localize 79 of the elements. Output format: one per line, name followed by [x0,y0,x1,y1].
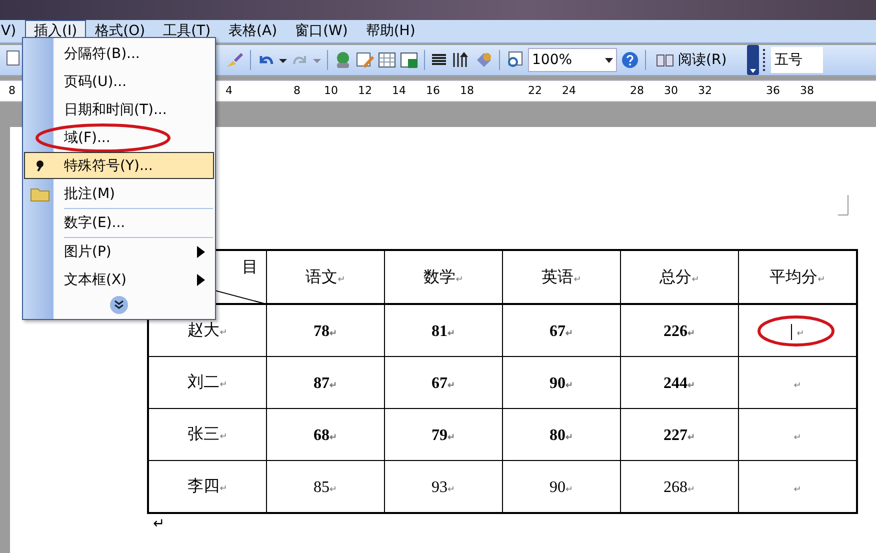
menu-item[interactable]: V) [0,21,26,41]
table-cell: 68↵ [314,426,338,444]
menu-item[interactable]: 窗口(W) [286,20,357,42]
table-cell: 244↵ [664,374,696,392]
table-cell: 79↵ [432,426,456,444]
menu-item[interactable]: 特殊符号(Y)... [24,152,214,179]
paragraph-mark: ↵ [153,516,165,532]
ruler-label: 14 [392,84,406,97]
globe-link-icon[interactable] [334,51,352,69]
table-cell: 刘二↵ [188,372,228,391]
text-cursor [790,324,792,340]
ruler-label: 8 [8,84,16,97]
menu-item[interactable]: 数字(E)... [24,209,214,236]
ruler-label: 8 [294,84,300,97]
table-cell: 90↵ [550,478,574,496]
ruler-label: 12 [358,84,372,97]
table-cell: 227↵ [664,426,696,444]
table-cell: 赵大↵ [188,320,228,339]
table-cell: 67↵ [550,322,574,340]
table-cell: 李四↵ [188,476,228,495]
table-cell: 226↵ [664,322,696,340]
ruler-label: 38 [800,84,814,97]
toolbar-options-icon[interactable] [746,45,759,75]
paragraph-mark: ↵ [794,485,802,495]
ruler-label: 24 [562,84,576,97]
ruler-label: 16 [426,84,440,97]
help-icon[interactable] [621,51,639,69]
ruler-label: 4 [226,84,232,97]
menu-item[interactable]: 分隔符(B)... [24,40,214,67]
ruler-label: 18 [460,84,474,97]
table-cell: 78↵ [314,322,338,340]
folder-icon [30,186,50,202]
column-header: 英语↵ [542,266,582,286]
menu-item[interactable]: 批注(M) [24,180,214,207]
ruler-label: 22 [528,84,542,97]
column-header: 语文↵ [306,266,346,286]
menu-item[interactable]: 页码(U)... [24,68,214,95]
read-button[interactable]: 阅读(R) [652,51,731,69]
symbol-icon [35,160,45,172]
pencil-table-icon[interactable] [356,51,374,69]
paragraph-mark: ↵ [794,433,802,443]
book-icon [656,53,674,67]
shapes-icon[interactable] [475,51,493,69]
table-cell: 268↵ [664,478,696,496]
table-cell: 张三↵ [188,424,228,443]
table-cell: 93↵ [432,478,456,496]
ruler-label: 30 [664,84,678,97]
zoom-dropdown[interactable]: 100% [528,48,617,72]
expand-chevron-icon[interactable] [109,295,129,315]
table-cell: 67↵ [432,374,456,392]
table-cell: 90↵ [550,374,574,392]
table-cell: 目 [242,257,258,276]
column-header: 数学↵ [424,266,464,286]
menu-item[interactable]: 帮助(H) [356,20,424,42]
table-cell: 85↵ [314,478,338,496]
ruler-label: 36 [766,84,780,97]
table-cell: 80↵ [550,426,574,444]
font-size-field[interactable]: 五号 [770,47,823,73]
menu-item[interactable]: 域(F)... [24,124,214,151]
menu-item[interactable]: 文本框(X) [24,266,214,293]
columns-icon[interactable] [431,52,447,68]
magnifier-icon[interactable] [506,51,524,69]
ruler-label: 32 [698,84,712,97]
spreadsheet-icon[interactable] [400,51,418,69]
ruler-label: 28 [630,84,644,97]
submenu-arrow-icon [197,274,205,286]
table-icon[interactable] [378,51,396,69]
paragraph-mark: ↵ [794,381,802,391]
table-cell: 81↵ [432,322,456,340]
column-header: 总分↵ [660,266,700,286]
submenu-arrow-icon [197,246,205,258]
drawing-icon[interactable] [451,51,471,69]
column-header: 平均分↵ [770,266,826,286]
ruler-label: 10 [324,84,338,97]
menu-item[interactable]: 日期和时间(T)... [24,96,214,123]
menu-item[interactable]: 表格(A) [220,20,286,42]
table-cell: 87↵ [314,374,338,392]
menu-item[interactable]: 图片(P) [24,238,214,265]
paragraph-mark: ↵ [796,329,804,339]
